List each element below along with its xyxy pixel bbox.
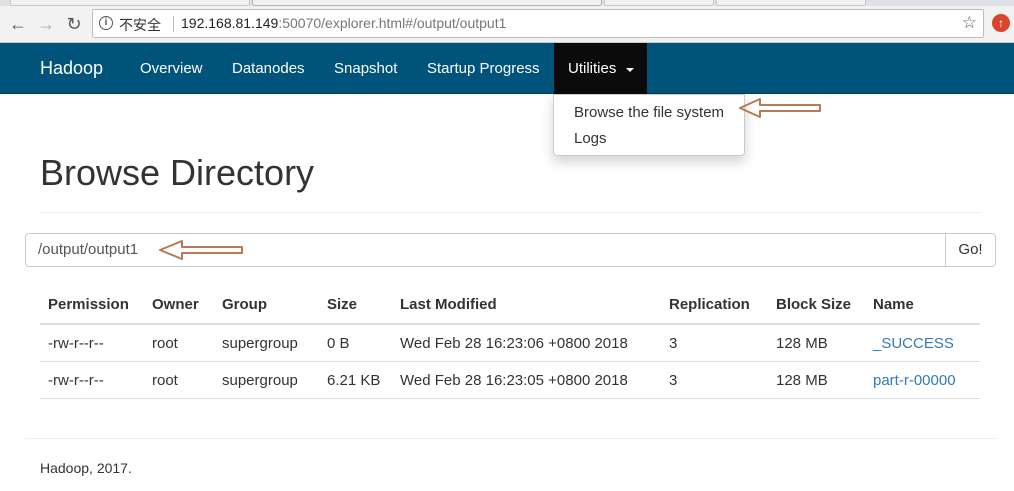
cell-block-size: 128 MB (776, 335, 828, 352)
annotation-arrow-icon (159, 240, 243, 260)
url-path: :50070/explorer.html#/output/output1 (278, 15, 507, 31)
cell-block-size: 128 MB (776, 372, 828, 389)
cell-owner: root (152, 372, 178, 389)
cell-group: supergroup (222, 372, 298, 389)
divider (40, 212, 980, 213)
cell-replication: 3 (669, 335, 678, 352)
nav-item-overview[interactable]: Overview (140, 60, 203, 77)
column-header-name[interactable]: Name (873, 296, 914, 313)
table-row: -rw-r--r-- root supergroup 6.21 KB Wed F… (40, 362, 980, 399)
footer-text: Hadoop, 2017. (40, 460, 132, 476)
navbar-brand[interactable]: Hadoop (40, 58, 103, 79)
reload-icon[interactable]: ↻ (64, 14, 84, 34)
go-button[interactable]: Go! (945, 233, 996, 267)
footer-divider (25, 438, 996, 439)
browser-toolbar: ← → ↻ i 不安全 192.168.81.149:50070/explore… (0, 6, 1014, 43)
nav-item-utilities[interactable]: Utilities (554, 43, 647, 94)
table-row: -rw-r--r-- root supergroup 0 B Wed Feb 2… (40, 325, 980, 362)
cell-replication: 3 (669, 372, 678, 389)
page-title: Browse Directory (40, 152, 315, 193)
nav-item-snapshot[interactable]: Snapshot (334, 60, 397, 77)
cell-last-modified: Wed Feb 28 16:23:05 +0800 2018 (400, 372, 628, 389)
file-link-part-r-00000[interactable]: part-r-00000 (873, 372, 956, 389)
annotation-arrow-icon (739, 98, 821, 118)
nav-item-datanodes[interactable]: Datanodes (232, 60, 305, 77)
star-icon[interactable]: ☆ (962, 13, 977, 33)
utilities-dropdown: Browse the file system Logs (553, 94, 745, 156)
file-link-success[interactable]: _SUCCESS (873, 335, 954, 352)
column-header-replication[interactable]: Replication (669, 296, 750, 313)
extension-icon[interactable]: ↑ (992, 14, 1010, 32)
forward-arrow-icon[interactable]: → (36, 14, 56, 34)
column-header-size[interactable]: Size (327, 296, 357, 313)
cell-size: 0 B (327, 335, 350, 352)
cell-last-modified: Wed Feb 28 16:23:06 +0800 2018 (400, 335, 628, 352)
cell-permission: -rw-r--r-- (48, 335, 104, 352)
address-bar[interactable]: i 不安全 192.168.81.149:50070/explorer.html… (92, 9, 984, 38)
address-divider (173, 16, 174, 32)
column-header-block-size[interactable]: Block Size (776, 296, 851, 313)
cell-size: 6.21 KB (327, 372, 381, 389)
column-header-owner[interactable]: Owner (152, 296, 199, 313)
column-header-group[interactable]: Group (222, 296, 267, 313)
url-host: 192.168.81.149 (181, 15, 279, 31)
cell-permission: -rw-r--r-- (48, 372, 104, 389)
url-text[interactable]: 192.168.81.149:50070/explorer.html#/outp… (181, 15, 506, 31)
hadoop-navbar: Hadoop Overview Datanodes Snapshot Start… (0, 43, 1014, 94)
utilities-label: Utilities (568, 60, 617, 77)
column-header-last-modified[interactable]: Last Modified (400, 296, 497, 313)
security-label[interactable]: 不安全 (119, 15, 161, 35)
cell-group: supergroup (222, 335, 298, 352)
menu-item-logs[interactable]: Logs (574, 130, 607, 147)
column-header-permission[interactable]: Permission (48, 296, 129, 313)
cell-owner: root (152, 335, 178, 352)
menu-item-browse-file-system[interactable]: Browse the file system (574, 104, 724, 121)
back-arrow-icon[interactable]: ← (8, 14, 28, 34)
info-icon[interactable]: i (99, 16, 113, 30)
nav-item-startup-progress[interactable]: Startup Progress (427, 60, 540, 77)
caret-down-icon (626, 68, 634, 72)
